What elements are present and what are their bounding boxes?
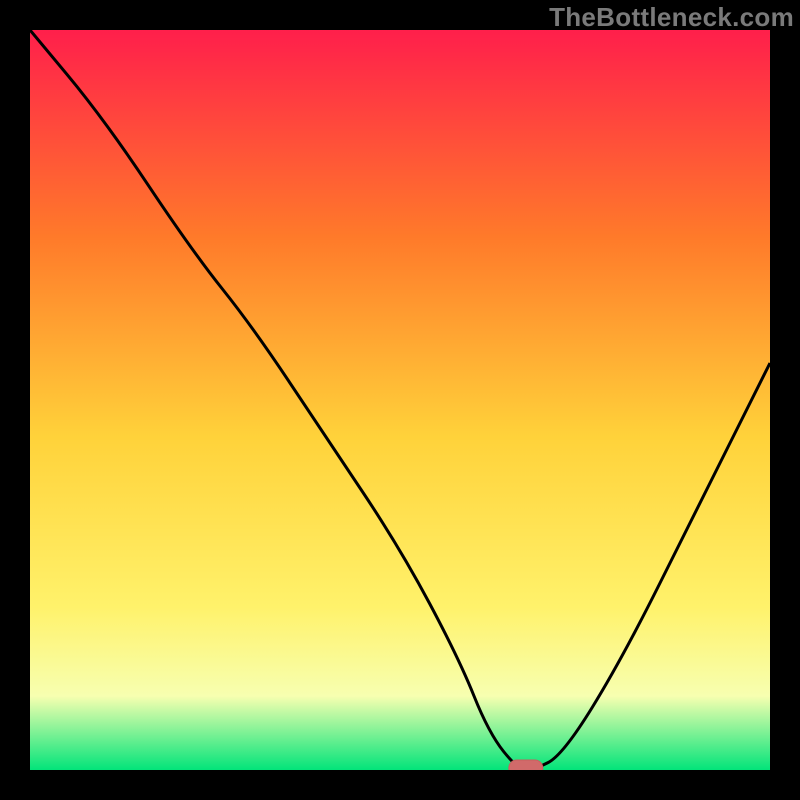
watermark-text: TheBottleneck.com <box>549 2 794 33</box>
gradient-background <box>30 30 770 770</box>
plot-area <box>30 30 770 770</box>
minimum-marker <box>509 760 543 770</box>
chart-frame: TheBottleneck.com <box>0 0 800 800</box>
chart-svg <box>30 30 770 770</box>
